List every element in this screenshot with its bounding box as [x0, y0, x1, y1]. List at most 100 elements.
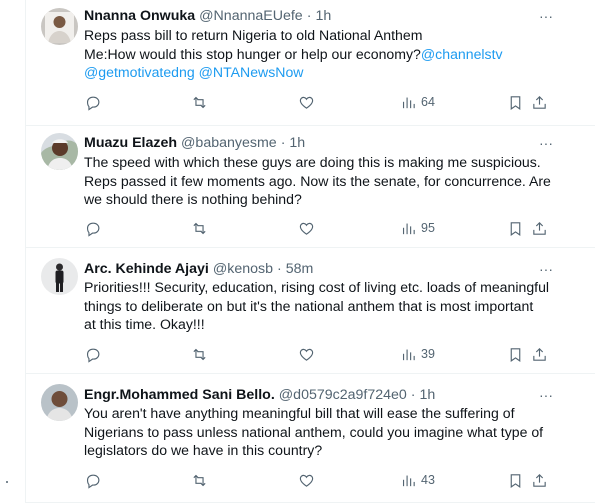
author-name[interactable]: Muazu Elazeh [84, 135, 177, 151]
timestamp[interactable]: 1h [289, 135, 305, 151]
views-count: 43 [421, 473, 435, 487]
tweet[interactable]: Arc. Kehinde Ajayi @kenosb · 58m ··· Prioriti… [26, 248, 595, 374]
reply-button[interactable] [84, 218, 101, 238]
reply-button[interactable] [84, 92, 101, 112]
avatar[interactable] [41, 258, 78, 295]
author-name[interactable]: Arc. Kehinde Ajayi [84, 261, 209, 277]
author-handle[interactable]: @d0579c2a9f724e0 [279, 387, 407, 403]
mention-link[interactable]: @getmotivatedng @NTANewsNow [84, 64, 303, 80]
tweet-text: Reps pass bill to return Nigeria to old … [84, 26, 554, 82]
repost-icon [191, 346, 208, 363]
tweet-actions: 39 [84, 344, 554, 364]
author-handle[interactable]: @NnannaEUefe [199, 8, 303, 24]
repost-icon [191, 472, 208, 489]
like-button[interactable] [298, 470, 315, 490]
tweet-actions: 95 [84, 218, 554, 238]
tweet[interactable]: Muazu Elazeh @babanyesme · 1h ··· The speed w… [26, 126, 595, 248]
repost-button[interactable] [191, 218, 208, 238]
views-count: 64 [421, 95, 435, 109]
text-segment: Me:How would this stop hunger or help ou… [84, 45, 421, 62]
author-name[interactable]: Engr.Mohammed Sani Bello. [84, 387, 275, 403]
more-icon[interactable]: ··· [536, 7, 556, 25]
bookmark-button[interactable] [507, 218, 524, 238]
views-icon [400, 94, 417, 111]
text-segment: at this time. Okay!!! [84, 316, 205, 332]
stray-dot [6, 481, 8, 483]
tweet-text-line: The speed with which these guys are doin… [84, 153, 554, 172]
views-count: 39 [421, 347, 435, 361]
views-button[interactable]: 64 [400, 92, 435, 112]
like-icon [298, 472, 315, 489]
avatar[interactable] [41, 384, 78, 421]
like-button[interactable] [298, 218, 315, 238]
reply-button[interactable] [84, 344, 101, 364]
reply-icon [84, 220, 101, 237]
tweet[interactable]: Nnanna Onwuka @NnannaEUefe · 1h ··· Reps pass… [26, 0, 595, 126]
author-handle[interactable]: @kenosb [213, 261, 273, 277]
share-icon [531, 220, 548, 237]
repost-icon [191, 220, 208, 237]
like-button[interactable] [298, 344, 315, 364]
reply-icon [84, 472, 101, 489]
bookmark-icon [507, 94, 524, 111]
tweet-actions: 43 [84, 470, 554, 490]
mention-link[interactable]: @channelstv [421, 46, 503, 62]
tweet-text-line: Me:How would this stop hunger or help ou… [84, 45, 554, 64]
author-handle[interactable]: @babanyesme [181, 135, 277, 151]
separator-dot: · [277, 261, 282, 277]
more-icon[interactable]: ··· [536, 386, 556, 404]
bookmark-icon [507, 346, 524, 363]
more-icon[interactable]: ··· [536, 134, 556, 152]
share-icon [531, 472, 548, 489]
tweet-text: The speed with which these guys are doin… [84, 153, 554, 209]
share-button[interactable] [531, 470, 548, 490]
share-button[interactable] [531, 218, 548, 238]
tweet-text-line: Nigerians to pass unless national anthem… [84, 423, 554, 442]
bookmark-button[interactable] [507, 344, 524, 364]
views-icon [400, 346, 417, 363]
text-segment: Reps pass bill to return Nigeria to old … [84, 27, 423, 43]
text-segment: we should there is nothing behind? [84, 191, 302, 207]
author-name[interactable]: Nnanna Onwuka [84, 8, 195, 24]
separator-dot: · [280, 135, 286, 151]
tweet-header: Nnanna Onwuka @NnannaEUefe · 1h [84, 6, 331, 26]
separator-dot: · [410, 387, 416, 403]
reply-button[interactable] [84, 470, 101, 490]
avatar[interactable] [41, 8, 78, 45]
share-button[interactable] [531, 92, 548, 112]
views-icon [400, 472, 417, 489]
tweet-text-line: at this time. Okay!!! [84, 315, 554, 334]
tweet-text-line: Reps pass bill to return Nigeria to old … [84, 26, 554, 45]
tweet-text-line: we should there is nothing behind? [84, 190, 554, 209]
tweet-text-line: Reps passed it few moments ago. Now its … [84, 172, 554, 191]
timestamp[interactable]: 1h [315, 8, 331, 24]
text-segment: Priorities!!! Security, education, risin… [84, 279, 550, 295]
tweet-text: You aren't have anything meaningful bill… [84, 404, 554, 460]
share-icon [531, 94, 548, 111]
share-button[interactable] [531, 344, 548, 364]
views-button[interactable]: 43 [400, 470, 435, 490]
tweet-text-line: things to deliberate on but it's the nat… [84, 297, 554, 316]
tweet[interactable]: Engr.Mohammed Sani Bello. @d0579c2a9f724e… [26, 374, 595, 503]
like-button[interactable] [298, 92, 315, 112]
views-button[interactable]: 39 [400, 344, 435, 364]
text-segment: Nigerians to pass unless national anthem… [84, 423, 544, 440]
repost-button[interactable] [191, 92, 208, 112]
repost-icon [191, 94, 208, 111]
avatar[interactable] [41, 133, 78, 170]
share-icon [531, 346, 548, 363]
more-icon[interactable]: ··· [536, 260, 556, 278]
repost-button[interactable] [191, 344, 208, 364]
like-icon [298, 94, 315, 111]
text-segment: The speed with which these guys are doin… [84, 154, 541, 170]
timestamp[interactable]: 58m [286, 261, 314, 277]
timestamp[interactable]: 1h [420, 387, 436, 403]
repost-button[interactable] [191, 470, 208, 490]
views-button[interactable]: 95 [400, 218, 435, 238]
reply-icon [84, 346, 101, 363]
like-icon [298, 346, 315, 363]
bookmark-button[interactable] [507, 470, 524, 490]
bookmark-button[interactable] [507, 92, 524, 112]
text-segment: Reps passed it few moments ago. Now its … [84, 172, 551, 189]
like-icon [298, 220, 315, 237]
